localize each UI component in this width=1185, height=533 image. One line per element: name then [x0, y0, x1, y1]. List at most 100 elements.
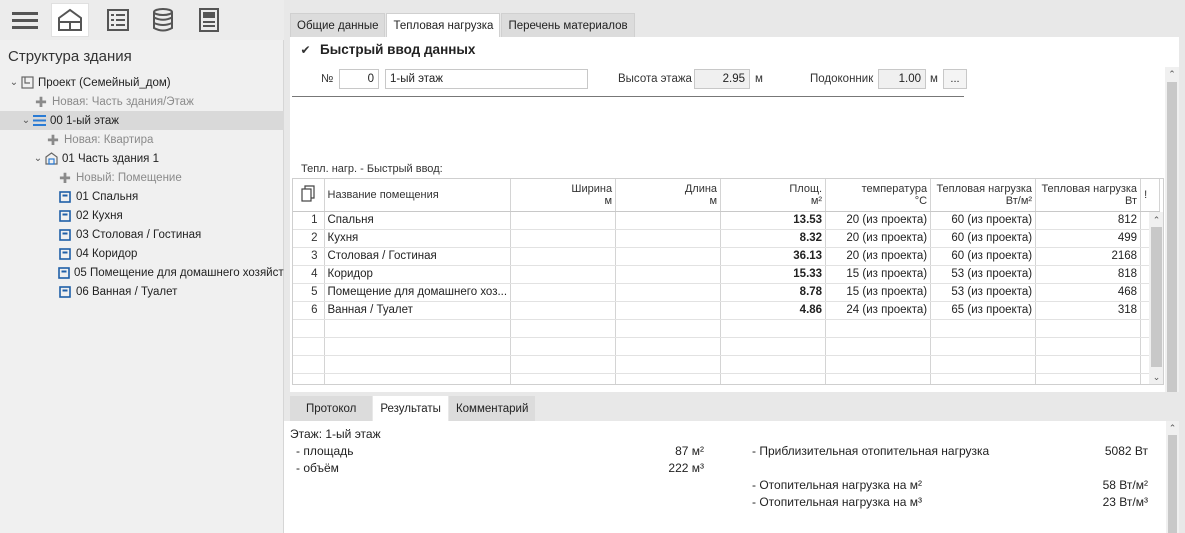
- table-row[interactable]: 4 Коридор 15.33 15 (из проекта) 53 (из проек…: [293, 265, 1161, 284]
- cell-width[interactable]: [510, 247, 617, 266]
- grid-scrollbar[interactable]: ⌃ ⌄: [1149, 212, 1163, 384]
- cell-heat-load-m2[interactable]: 60 (из проекта): [930, 247, 1037, 266]
- cell-heat-load-m2[interactable]: 53 (из проекта): [930, 265, 1037, 284]
- cell-length[interactable]: [615, 229, 722, 248]
- cell-heat-load[interactable]: 818: [1035, 265, 1142, 284]
- cell-heat-load[interactable]: 2168: [1035, 247, 1142, 266]
- col-width[interactable]: Ширина м: [510, 179, 617, 212]
- empty-cell[interactable]: [930, 319, 1037, 338]
- results-scrollbar[interactable]: ⌃: [1166, 421, 1179, 533]
- tree-item-room[interactable]: 05 Помещение для домашнего хозяйства: [0, 263, 284, 282]
- empty-cell[interactable]: [615, 319, 722, 338]
- tree-item-building-part[interactable]: ⌄ 01 Часть здания 1: [0, 149, 284, 168]
- empty-cell[interactable]: [324, 355, 512, 374]
- scrollbar-thumb[interactable]: [1168, 435, 1177, 533]
- empty-cell[interactable]: [930, 373, 1037, 384]
- floor-name-field[interactable]: 1-ый этаж: [385, 69, 588, 89]
- cell-room-name[interactable]: Спальня: [324, 211, 512, 230]
- col-length[interactable]: Длина м: [615, 179, 722, 212]
- cell-length[interactable]: [615, 301, 722, 320]
- col-area[interactable]: Площ. м²: [720, 179, 827, 212]
- table-row-empty[interactable]: [293, 355, 1161, 374]
- cell-width[interactable]: [510, 211, 617, 230]
- empty-cell[interactable]: [293, 319, 325, 338]
- cell-length[interactable]: [615, 211, 722, 230]
- tree-item-floor[interactable]: ⌄ 00 1-ый этаж: [0, 111, 284, 130]
- cell-heat-load[interactable]: 318: [1035, 301, 1142, 320]
- building-icon[interactable]: [51, 3, 89, 37]
- table-row[interactable]: 3 Столовая / Гостиная 36.13 20 (из проекта)…: [293, 247, 1161, 266]
- empty-cell[interactable]: [825, 355, 932, 374]
- row-number[interactable]: 4: [293, 265, 325, 284]
- empty-cell[interactable]: [293, 373, 325, 384]
- tab-materials-list[interactable]: Перечень материалов: [501, 13, 635, 37]
- empty-cell[interactable]: [720, 319, 827, 338]
- content-scrollbar[interactable]: ⌃: [1165, 67, 1179, 392]
- empty-cell[interactable]: [324, 373, 512, 384]
- cell-room-name[interactable]: Кухня: [324, 229, 512, 248]
- tree-item-room[interactable]: 06 Ванная / Туалет: [0, 282, 284, 301]
- cell-temperature[interactable]: 15 (из проекта): [825, 283, 932, 302]
- cell-area[interactable]: 13.53: [720, 211, 827, 230]
- cell-heat-load[interactable]: 812: [1035, 211, 1142, 230]
- cell-temperature[interactable]: 15 (из проекта): [825, 265, 932, 284]
- cell-temperature[interactable]: 20 (из проекта): [825, 229, 932, 248]
- floor-height-field[interactable]: 2.95: [694, 69, 750, 89]
- cell-temperature[interactable]: 20 (из проекта): [825, 247, 932, 266]
- cell-room-name[interactable]: Коридор: [324, 265, 512, 284]
- empty-cell[interactable]: [510, 373, 617, 384]
- cell-area[interactable]: 8.78: [720, 283, 827, 302]
- chevron-down-icon[interactable]: ⌄: [20, 115, 32, 126]
- cell-width[interactable]: [510, 301, 617, 320]
- empty-cell[interactable]: [1035, 355, 1142, 374]
- tree-item-project[interactable]: ⌄ Проект (Семейный_дом): [0, 73, 284, 92]
- empty-cell[interactable]: [1035, 337, 1142, 356]
- chevron-down-icon[interactable]: ⌄: [32, 153, 44, 164]
- cell-heat-load-m2[interactable]: 65 (из проекта): [930, 301, 1037, 320]
- empty-cell[interactable]: [324, 319, 512, 338]
- col-room-name[interactable]: Название помещения: [324, 179, 512, 212]
- col-temperature[interactable]: температура °C: [825, 179, 932, 212]
- tree-item-room[interactable]: 03 Столовая / Гостиная: [0, 225, 284, 244]
- tree-item-room[interactable]: 01 Спальня: [0, 187, 284, 206]
- table-row[interactable]: 1 Спальня 13.53 20 (из проекта) 60 (из проек…: [293, 211, 1161, 230]
- tree-item-room[interactable]: 04 Коридор: [0, 244, 284, 263]
- cell-heat-load-m2[interactable]: 53 (из проекта): [930, 283, 1037, 302]
- tab-results[interactable]: Результаты: [373, 396, 448, 421]
- tab-protocol[interactable]: Протокол: [290, 396, 373, 421]
- empty-cell[interactable]: [615, 373, 722, 384]
- tree-item-new-floor[interactable]: ✚ Новая: Часть здания/Этаж: [0, 92, 284, 111]
- cell-length[interactable]: [615, 283, 722, 302]
- cell-area[interactable]: 15.33: [720, 265, 827, 284]
- cell-room-name[interactable]: Ванная / Туалет: [324, 301, 512, 320]
- empty-cell[interactable]: [510, 319, 617, 338]
- empty-cell[interactable]: [825, 373, 932, 384]
- tab-heat-load[interactable]: Тепловая нагрузка: [386, 13, 501, 37]
- empty-cell[interactable]: [825, 337, 932, 356]
- cell-temperature[interactable]: 24 (из проекта): [825, 301, 932, 320]
- menu-icon[interactable]: [6, 3, 44, 37]
- table-row-empty[interactable]: [293, 319, 1161, 338]
- table-row-empty[interactable]: [293, 373, 1161, 384]
- scroll-down-icon[interactable]: ⌄: [1149, 370, 1163, 384]
- empty-cell[interactable]: [720, 337, 827, 356]
- empty-cell[interactable]: [825, 319, 932, 338]
- cell-heat-load[interactable]: 499: [1035, 229, 1142, 248]
- empty-cell[interactable]: [720, 373, 827, 384]
- cell-width[interactable]: [510, 283, 617, 302]
- copy-icon[interactable]: [293, 179, 325, 212]
- cell-width[interactable]: [510, 229, 617, 248]
- table-row[interactable]: 6 Ванная / Туалет 4.86 24 (из проекта) 65 (и…: [293, 301, 1161, 320]
- table-row[interactable]: 5 Помещение для домашнего хоз... 8.78 15 (и…: [293, 283, 1161, 302]
- empty-cell[interactable]: [1035, 319, 1142, 338]
- tree-item-new-apartment[interactable]: ✚ Новая: Квартира: [0, 130, 284, 149]
- scrollbar-thumb[interactable]: [1167, 82, 1177, 392]
- calculator-icon[interactable]: [190, 3, 228, 37]
- col-heat-load-m2[interactable]: Тепловая нагрузка Вт/м²: [930, 179, 1037, 212]
- chevron-down-icon[interactable]: ⌄: [8, 77, 20, 88]
- scrollbar-thumb[interactable]: [1151, 227, 1162, 367]
- floor-number-field[interactable]: 0: [339, 69, 379, 89]
- empty-cell[interactable]: [510, 337, 617, 356]
- scroll-up-icon[interactable]: ⌃: [1149, 213, 1163, 227]
- scroll-up-icon[interactable]: ⌃: [1166, 421, 1179, 435]
